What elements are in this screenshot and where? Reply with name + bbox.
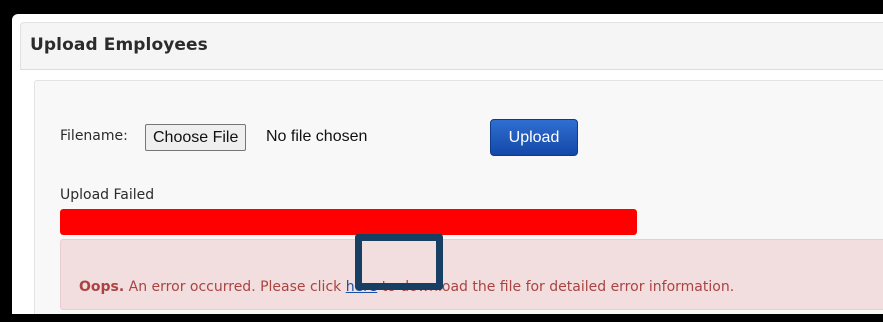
- error-alert-text-before: An error occurred. Please click: [124, 279, 346, 295]
- panel-body: Filename: Choose File No file chosen Upl…: [34, 80, 883, 314]
- filename-label: Filename:: [60, 128, 128, 144]
- upload-employees-window: Upload Employees Filename: Choose File N…: [12, 14, 883, 314]
- panel-header: Upload Employees: [20, 22, 883, 70]
- error-alert-strong: Oops.: [79, 279, 125, 295]
- download-error-file-link[interactable]: here: [346, 279, 378, 295]
- panel-title: Upload Employees: [30, 35, 208, 55]
- screenshot-frame: Upload Employees Filename: Choose File N…: [0, 0, 883, 322]
- upload-status-label: Upload Failed: [60, 187, 155, 203]
- error-alert: Oops. An error occurred. Please click he…: [60, 239, 883, 310]
- error-alert-text-after: to download the file for detailed error …: [377, 279, 735, 295]
- no-file-chosen-text: No file chosen: [266, 128, 368, 145]
- upload-progress-fill: [60, 209, 637, 235]
- upload-button[interactable]: Upload: [490, 119, 578, 156]
- choose-file-button[interactable]: Choose File: [145, 124, 247, 151]
- error-alert-message: Oops. An error occurred. Please click he…: [79, 279, 734, 295]
- upload-progress-bar: [60, 209, 637, 235]
